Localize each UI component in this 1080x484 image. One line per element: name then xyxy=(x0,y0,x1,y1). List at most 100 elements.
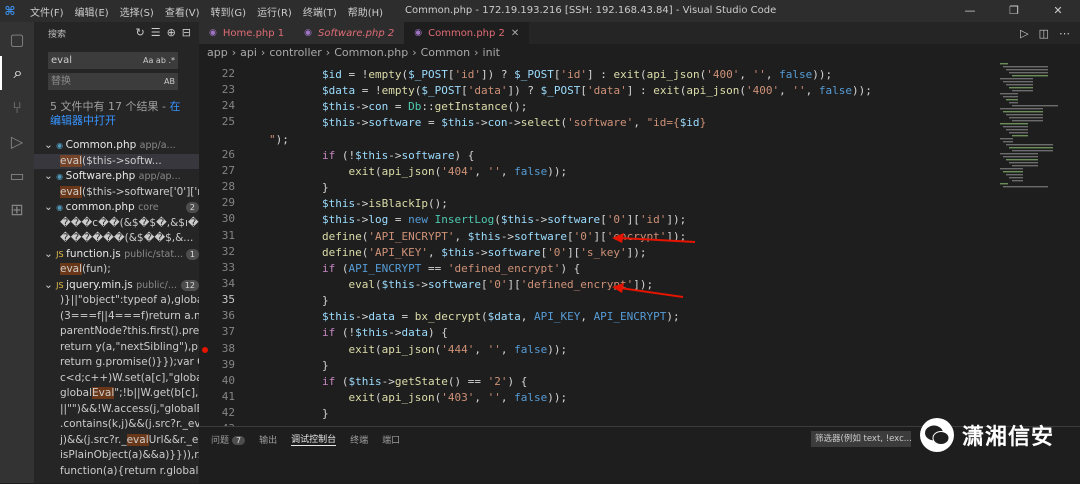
tab-common[interactable]: ◉ Common.php 2 ✕ xyxy=(404,22,530,44)
code-token: ]); xyxy=(626,245,647,259)
menu-item[interactable]: 查看(V) xyxy=(165,4,200,19)
maximize-button[interactable]: ❐ xyxy=(992,0,1036,22)
panel-tab[interactable]: 问题 7 xyxy=(211,433,246,446)
menu-item[interactable]: 运行(R) xyxy=(257,4,292,19)
minimap-line xyxy=(1006,84,1033,86)
result-match[interactable]: return g.promise()}});var Q=... xyxy=(34,355,199,370)
menu-item[interactable]: 编辑(E) xyxy=(75,4,109,19)
menu-item[interactable]: 文件(F) xyxy=(30,4,64,19)
result-match[interactable]: eval($this->software['0']['re... xyxy=(34,185,199,200)
menu-item[interactable]: 转到(G) xyxy=(211,4,247,19)
refresh-icon[interactable]: ↻ xyxy=(135,26,144,39)
chevron-down-icon[interactable]: ⌄ xyxy=(44,201,56,213)
breadcrumb-item[interactable]: api xyxy=(240,46,257,59)
remote-explorer-icon[interactable]: ▭ xyxy=(0,158,34,192)
replace-input[interactable]: 替换 AB xyxy=(48,73,178,90)
panel-filter-input[interactable]: 筛选器(例如 text, !exc... xyxy=(811,431,911,447)
panel-tab[interactable]: 端口 xyxy=(382,433,400,446)
code-token: ][ xyxy=(567,245,581,259)
close-tab-icon[interactable]: ✕ xyxy=(511,28,519,39)
code-token: ][ xyxy=(507,277,521,291)
run-icon[interactable]: ▷ xyxy=(1020,27,1028,40)
replace-options[interactable]: AB xyxy=(164,73,175,90)
result-match[interactable]: j)&&(j.src?r._evalUrl&&r._e... xyxy=(34,433,199,448)
code-token: ); xyxy=(666,310,680,324)
search-input[interactable]: eval Aa ab .* xyxy=(48,52,178,69)
menu-item[interactable]: 选择(S) xyxy=(120,4,154,19)
code-token: if xyxy=(269,374,336,388)
chevron-down-icon[interactable]: ⌄ xyxy=(44,139,56,151)
result-file[interactable]: ⌄ ◉ Software.php app/ap... xyxy=(34,169,199,184)
line-number: 36 xyxy=(221,309,235,323)
extensions-icon[interactable]: ⊞ xyxy=(0,192,34,226)
collapse-all-icon[interactable]: ⊟ xyxy=(182,26,191,39)
result-match[interactable]: ������(&$��$,&... xyxy=(34,231,199,246)
result-file[interactable]: ⌄ ◉ Common.php app/a... xyxy=(34,138,199,153)
code-token: [ xyxy=(480,277,488,291)
code-token: $this xyxy=(355,148,389,162)
files-icon[interactable]: ▢ xyxy=(0,22,34,56)
result-match[interactable]: ���c��(&$�$�,&$ı�,... xyxy=(34,216,199,231)
result-file[interactable]: ⌄ JS jquery.min.js public/... 12 xyxy=(34,278,199,293)
result-match[interactable]: return y(a,"nextSibling"),pr... xyxy=(34,340,199,355)
result-match[interactable]: ||"")&&!W.access(j,"globalE... xyxy=(34,402,199,417)
breadcrumb-item[interactable]: Common xyxy=(421,46,471,59)
breadcrumb-item[interactable]: init xyxy=(483,46,500,59)
result-match[interactable]: globalEval";!b||W.get(b[c],"... xyxy=(34,386,199,401)
breadcrumb-item[interactable]: controller xyxy=(269,46,321,59)
result-match[interactable]: parentNode?this.first().prev... xyxy=(34,324,199,339)
result-match[interactable]: )}||"object":typeof a),global... xyxy=(34,293,199,308)
minimap[interactable] xyxy=(996,61,1066,191)
result-match[interactable]: eval(fun); xyxy=(34,262,199,277)
code-token: , xyxy=(633,116,647,130)
run-debug-icon[interactable]: ▷ xyxy=(0,124,34,158)
chevron-down-icon[interactable]: ⌄ xyxy=(44,170,56,182)
result-match[interactable]: (3===f||4===f)return a.no... xyxy=(34,309,199,324)
line-number: 42 xyxy=(221,406,235,420)
more-actions-icon[interactable]: ⋯ xyxy=(1059,27,1070,40)
menu-item[interactable]: 终端(T) xyxy=(303,4,337,19)
tab-software[interactable]: ◉ Software.php 2 xyxy=(294,22,405,44)
editor-area: ◉ Home.php 1 ◉ Software.php 2 ◉ Common.php 2 ✕… xyxy=(199,22,1080,484)
code-token: false xyxy=(514,342,548,356)
result-file[interactable]: ⌄ ◉ common.php core 2 xyxy=(34,200,199,215)
result-match[interactable]: .contains(k,j)&&(j.src?r._eva... xyxy=(34,417,199,432)
panel-tab[interactable]: 输出 xyxy=(259,433,277,446)
panel-tab[interactable]: 终端 xyxy=(350,433,368,446)
result-match[interactable]: isPlainObject(a)&&a)}})),r.... xyxy=(34,448,199,463)
line-number: 39 xyxy=(221,357,235,371)
search-options[interactable]: Aa ab .* xyxy=(143,52,175,69)
source-control-icon[interactable]: ⑂ xyxy=(0,90,34,124)
panel-tab[interactable]: 调试控制台 xyxy=(291,432,337,446)
breadcrumb-item[interactable]: app xyxy=(207,46,228,59)
tab-label: Software.php 2 xyxy=(318,27,395,39)
minimize-button[interactable]: — xyxy=(948,0,992,22)
new-search-editor-icon[interactable]: ⊕ xyxy=(167,26,176,39)
tab-home[interactable]: ◉ Home.php 1 xyxy=(199,22,295,44)
php-file-icon: ◉ xyxy=(414,28,423,38)
split-editor-icon[interactable]: ◫ xyxy=(1039,27,1049,40)
clear-results-icon[interactable]: ☰ xyxy=(151,26,161,39)
breakpoint-icon[interactable] xyxy=(202,346,208,353)
search-icon[interactable]: ⌕ xyxy=(0,56,34,90)
minimap-line xyxy=(1012,75,1048,77)
result-match[interactable]: eval($this->softw... xyxy=(34,153,199,169)
code-token: $_POST xyxy=(514,68,554,81)
menu-item[interactable]: 帮助(H) xyxy=(348,4,383,19)
code-line: if (!$this->software) { xyxy=(269,148,474,164)
code-token: "id={ xyxy=(646,116,680,130)
code-token: $_POST xyxy=(540,84,581,98)
code-token: '' xyxy=(487,164,501,178)
chevron-down-icon[interactable]: ⌄ xyxy=(44,248,56,260)
minimap-line xyxy=(1009,117,1043,119)
minimap-line xyxy=(1003,141,1013,143)
chevron-down-icon[interactable]: ⌄ xyxy=(44,279,56,291)
result-file[interactable]: ⌄ JS function.js public/stat... 1 xyxy=(34,247,199,262)
result-match[interactable]: function(a){return r.globalE... xyxy=(34,464,199,479)
breadcrumb-item[interactable]: Common.php xyxy=(334,46,408,59)
close-button[interactable]: ✕ xyxy=(1036,0,1080,22)
minimap-line xyxy=(1003,96,1018,98)
result-match[interactable]: c<d;c++)W.set(a[c],"global... xyxy=(34,371,199,386)
code-token: define xyxy=(269,245,362,259)
code-token: $data xyxy=(269,84,356,98)
